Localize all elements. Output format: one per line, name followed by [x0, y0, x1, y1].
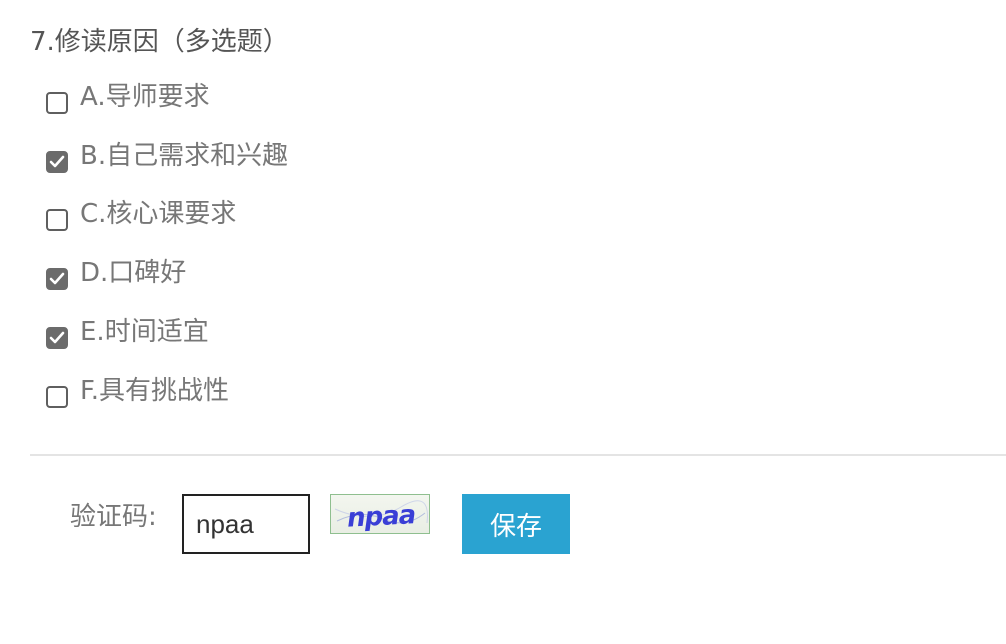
check-icon — [49, 331, 65, 344]
checkbox[interactable] — [46, 151, 68, 173]
checkbox[interactable] — [46, 92, 68, 114]
survey-page: 7.修读原因（多选题） A.导师要求 B.自己需求和兴趣 C.核心课要求 D.口… — [0, 0, 1006, 644]
question-title: 7.修读原因（多选题） — [30, 27, 289, 57]
checkbox[interactable] — [46, 209, 68, 231]
option-label: F.具有挑战性 — [80, 376, 230, 406]
captcha-image-text: npaa — [346, 500, 416, 533]
checkbox[interactable] — [46, 327, 68, 349]
check-icon — [49, 155, 65, 168]
check-icon — [49, 272, 65, 285]
option-label: E.时间适宜 — [80, 317, 209, 347]
divider — [30, 454, 1006, 456]
checkbox[interactable] — [46, 268, 68, 290]
option-e[interactable]: E.时间适宜 — [46, 312, 209, 352]
option-b[interactable]: B.自己需求和兴趣 — [46, 136, 288, 176]
captcha-input[interactable] — [182, 494, 310, 554]
checkbox[interactable] — [46, 386, 68, 408]
option-d[interactable]: D.口碑好 — [46, 253, 186, 293]
option-label: A.导师要求 — [80, 82, 210, 112]
save-button[interactable]: 保存 — [462, 494, 570, 554]
captcha-image[interactable]: npaa — [330, 494, 430, 534]
option-label: C.核心课要求 — [80, 199, 237, 229]
option-label: D.口碑好 — [80, 258, 187, 288]
option-label: B.自己需求和兴趣 — [80, 141, 289, 171]
captcha-label: 验证码: — [70, 502, 157, 532]
option-a[interactable]: A.导师要求 — [46, 77, 210, 117]
option-c[interactable]: C.核心课要求 — [46, 194, 236, 234]
option-f[interactable]: F.具有挑战性 — [46, 371, 229, 411]
